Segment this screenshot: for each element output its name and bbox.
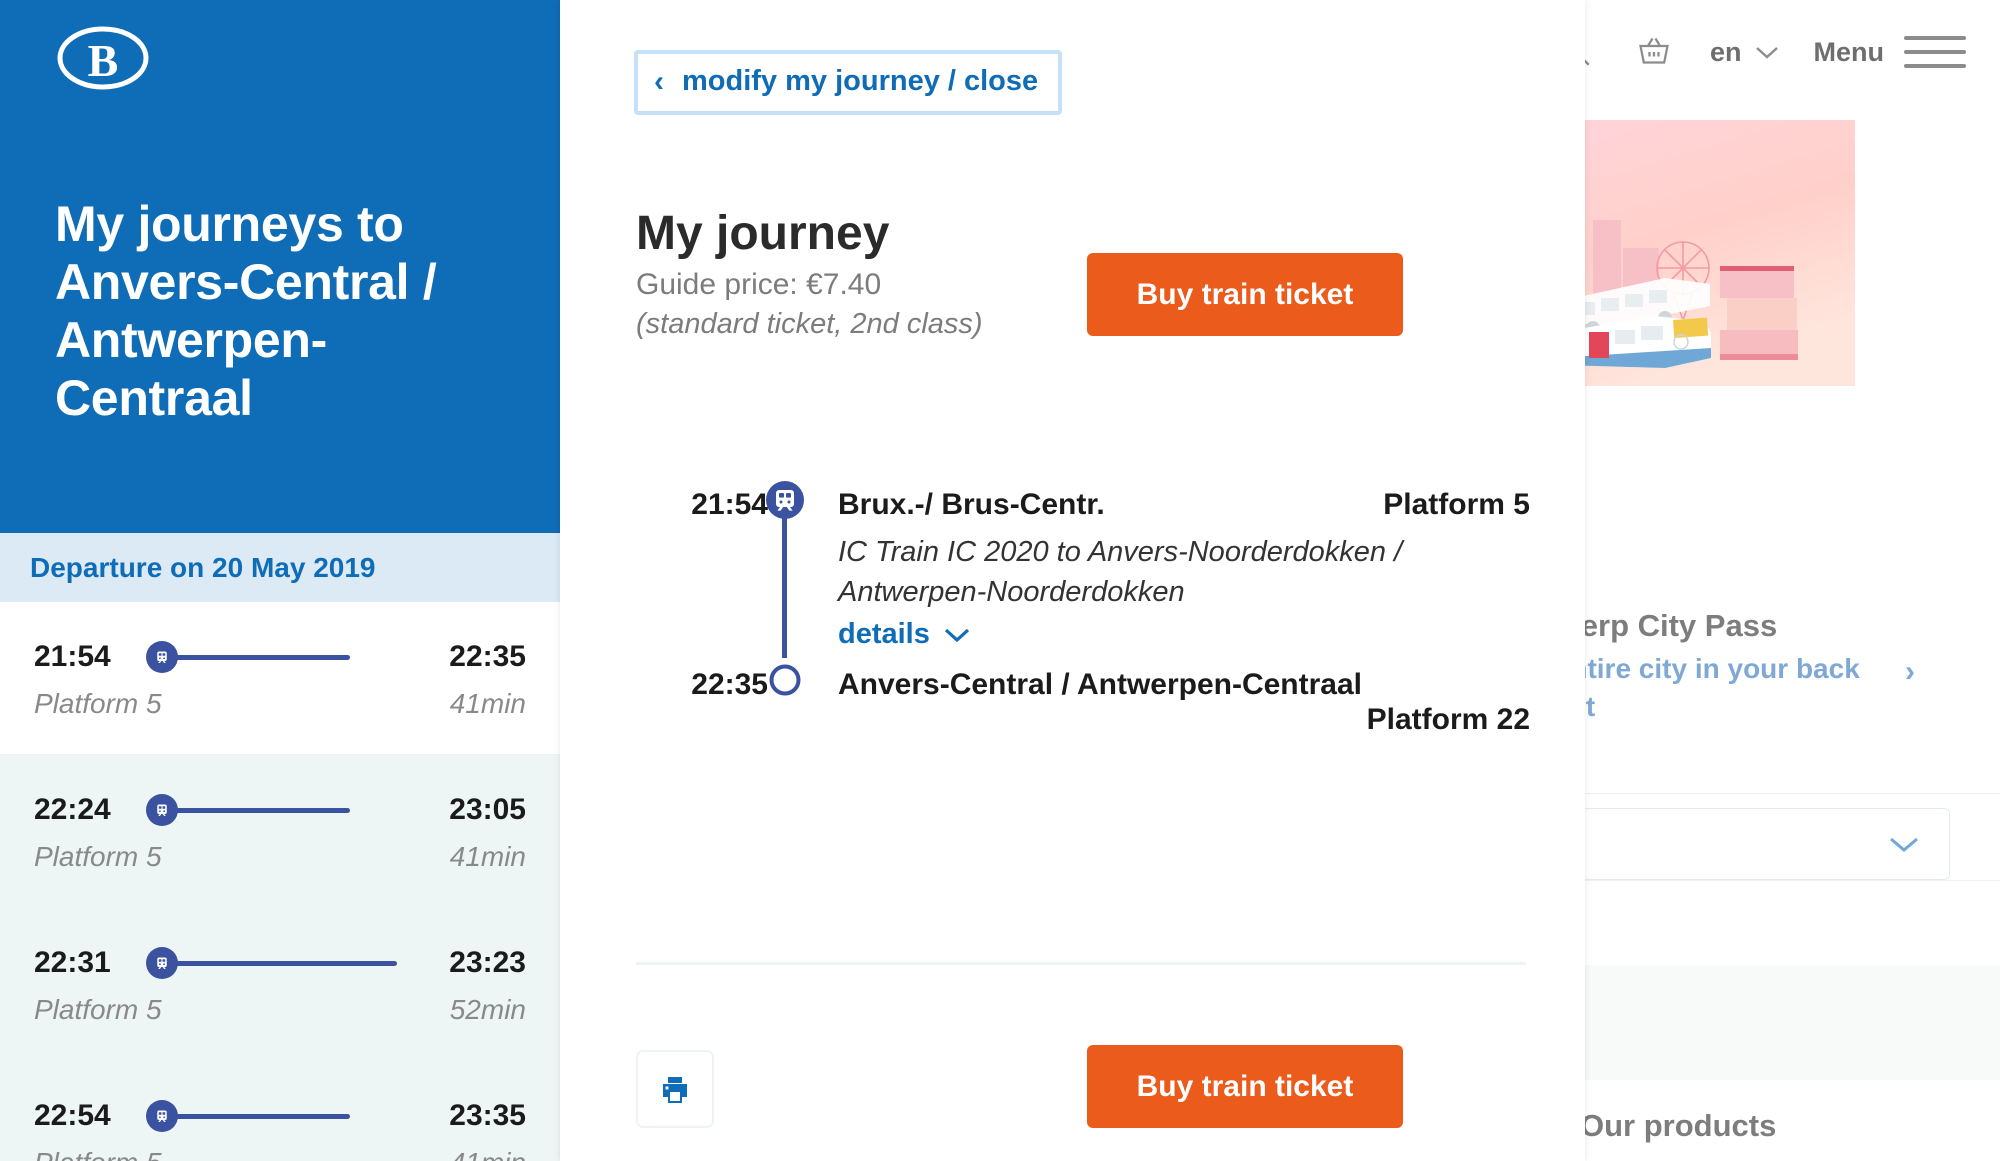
journey-duration-bar — [174, 1113, 350, 1119]
language-value: en — [1709, 36, 1742, 67]
journey-duration-bar — [174, 807, 350, 813]
journey-list: 21:54 22:35 Platform 5 41min 22:24 23:05 Platf… — [0, 602, 560, 1161]
journey-duration: 41min — [450, 1147, 526, 1161]
journey-duration: 52min — [449, 994, 526, 1025]
screen-root: en Menu Antwerp City Pass entire city in… — [0, 0, 2000, 1161]
journey-departure-time: 21:54 — [34, 640, 111, 673]
background-divider — [1580, 793, 2000, 794]
journey-departure-time: 22:24 — [34, 793, 111, 826]
basket-icon[interactable] — [1632, 30, 1676, 74]
journey-duration: 41min — [449, 841, 526, 872]
modify-journey-button[interactable]: ‹ modify my journey / close — [634, 50, 1063, 115]
origin-time: 21:54 — [691, 488, 768, 521]
journey-platform: Platform 5 — [34, 994, 162, 1025]
journey-duration-bar — [174, 654, 350, 660]
journey-departure-time: 22:31 — [34, 946, 111, 979]
sidebar-header: B My journeys to Anvers-Central / Antwer… — [0, 0, 560, 533]
journey-arrival-time: 22:35 — [449, 640, 526, 673]
ticket-class: (standard ticket, 2nd class) — [636, 308, 983, 340]
journey-platform: Platform 5 — [34, 841, 162, 872]
sidebar-title: My journeys to Anvers-Central / Antwerpe… — [55, 196, 437, 426]
journey-detail-modal: ‹ modify my journey / close My journey G… — [560, 0, 1585, 1161]
chevron-down-icon — [1890, 837, 1918, 852]
journey-list-item[interactable]: 21:54 22:35 Platform 5 41min — [0, 602, 560, 755]
origin-platform: Platform 5 — [1383, 488, 1530, 521]
chevron-down-icon — [1755, 47, 1778, 59]
origin-station: Brux.-/ Brus-Centr. — [838, 488, 1105, 521]
details-label: details — [838, 618, 930, 650]
journeys-sidebar: B My journeys to Anvers-Central / Antwer… — [0, 0, 560, 1161]
departure-date-label: Departure on 20 May 2019 — [30, 551, 376, 583]
timeline-rail — [782, 502, 787, 658]
journey-platform: Platform 5 — [34, 688, 162, 719]
background-products-heading: Our products — [1580, 1108, 1777, 1143]
destination-station: Anvers-Central / Antwerpen-Centraal — [838, 668, 1363, 701]
journey-list-item[interactable]: 22:24 23:05 Platform 5 41min — [0, 755, 560, 908]
background-divider — [1580, 880, 2000, 881]
journey-duration-bar — [174, 960, 397, 966]
page-title: My journey — [636, 207, 890, 260]
train-info: IC Train IC 2020 to Anvers-Noorderdokken… — [838, 536, 1403, 609]
journey-list-item[interactable]: 22:31 23:23 Platform 5 52min — [0, 908, 560, 1061]
journey-arrival-time: 23:23 — [449, 946, 526, 979]
journey-duration: 41min — [449, 688, 526, 719]
sidebar-departure-date: Departure on 20 May 2019 — [0, 533, 560, 602]
journey-arrival-time: 23:35 — [449, 1099, 526, 1132]
guide-price: Guide price: €7.40 — [636, 268, 882, 301]
details-toggle[interactable]: details — [838, 618, 971, 651]
journey-list-item[interactable]: 22:54 23:35 Platform 5 41min — [0, 1061, 560, 1161]
destination-stop-icon — [768, 663, 802, 702]
background-band — [1580, 965, 2000, 1080]
sncb-logo-icon[interactable]: B — [57, 26, 149, 90]
printer-icon — [663, 1077, 687, 1103]
journey-arrival-time: 23:05 — [449, 793, 526, 826]
journey-platform: Platform 5 — [34, 1147, 162, 1161]
buy-train-ticket-button-top[interactable]: Buy train ticket — [1087, 253, 1403, 336]
train-icon — [146, 794, 178, 826]
train-icon — [146, 947, 178, 979]
destination-platform: Platform 22 — [1366, 703, 1530, 736]
destination-time: 22:35 — [691, 668, 768, 701]
origin-train-icon — [765, 480, 805, 525]
chevron-left-icon: ‹ — [654, 64, 664, 98]
menu-label: Menu — [1813, 36, 1885, 67]
modify-journey-label: modify my journey / close — [682, 65, 1039, 97]
language-selector[interactable]: en — [1710, 37, 1780, 68]
train-icon — [146, 641, 178, 673]
modal-divider — [636, 962, 1526, 965]
train-icon — [146, 1100, 178, 1132]
svg-text:B: B — [88, 35, 119, 86]
menu-button[interactable]: Menu — [1813, 36, 1966, 68]
journey-departure-time: 22:54 — [34, 1099, 111, 1132]
chevron-down-icon — [944, 628, 969, 643]
hamburger-icon — [1904, 36, 1966, 68]
print-button[interactable] — [636, 1050, 714, 1128]
buy-train-ticket-button-bottom[interactable]: Buy train ticket — [1087, 1045, 1403, 1128]
promo-arrow-icon[interactable]: › — [1905, 655, 1915, 689]
